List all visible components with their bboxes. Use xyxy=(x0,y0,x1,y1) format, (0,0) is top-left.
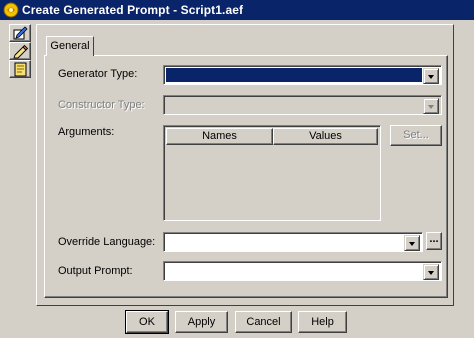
ok-button-label: OK xyxy=(139,316,155,328)
tab-general-label: General xyxy=(50,40,90,52)
window-title: Create Generated Prompt - Script1.aef xyxy=(22,3,244,17)
side-tab-general[interactable] xyxy=(9,24,31,42)
apply-button-label: Apply xyxy=(187,316,216,328)
ok-button[interactable]: OK xyxy=(125,310,169,334)
help-button-label: Help xyxy=(311,316,334,328)
tab-general[interactable]: General xyxy=(46,36,94,56)
app-icon xyxy=(3,2,19,18)
cancel-button[interactable]: Cancel xyxy=(235,311,292,333)
side-tab-edit[interactable] xyxy=(9,42,31,60)
general-tab-page xyxy=(44,55,448,298)
help-button[interactable]: Help xyxy=(298,311,347,333)
dialog-window: Create Generated Prompt - Script1.aef Ge… xyxy=(0,0,474,338)
cancel-button-label: Cancel xyxy=(246,316,281,328)
apply-button[interactable]: Apply xyxy=(175,311,228,333)
side-tab-script[interactable] xyxy=(9,60,31,78)
title-bar[interactable]: Create Generated Prompt - Script1.aef xyxy=(0,0,474,20)
